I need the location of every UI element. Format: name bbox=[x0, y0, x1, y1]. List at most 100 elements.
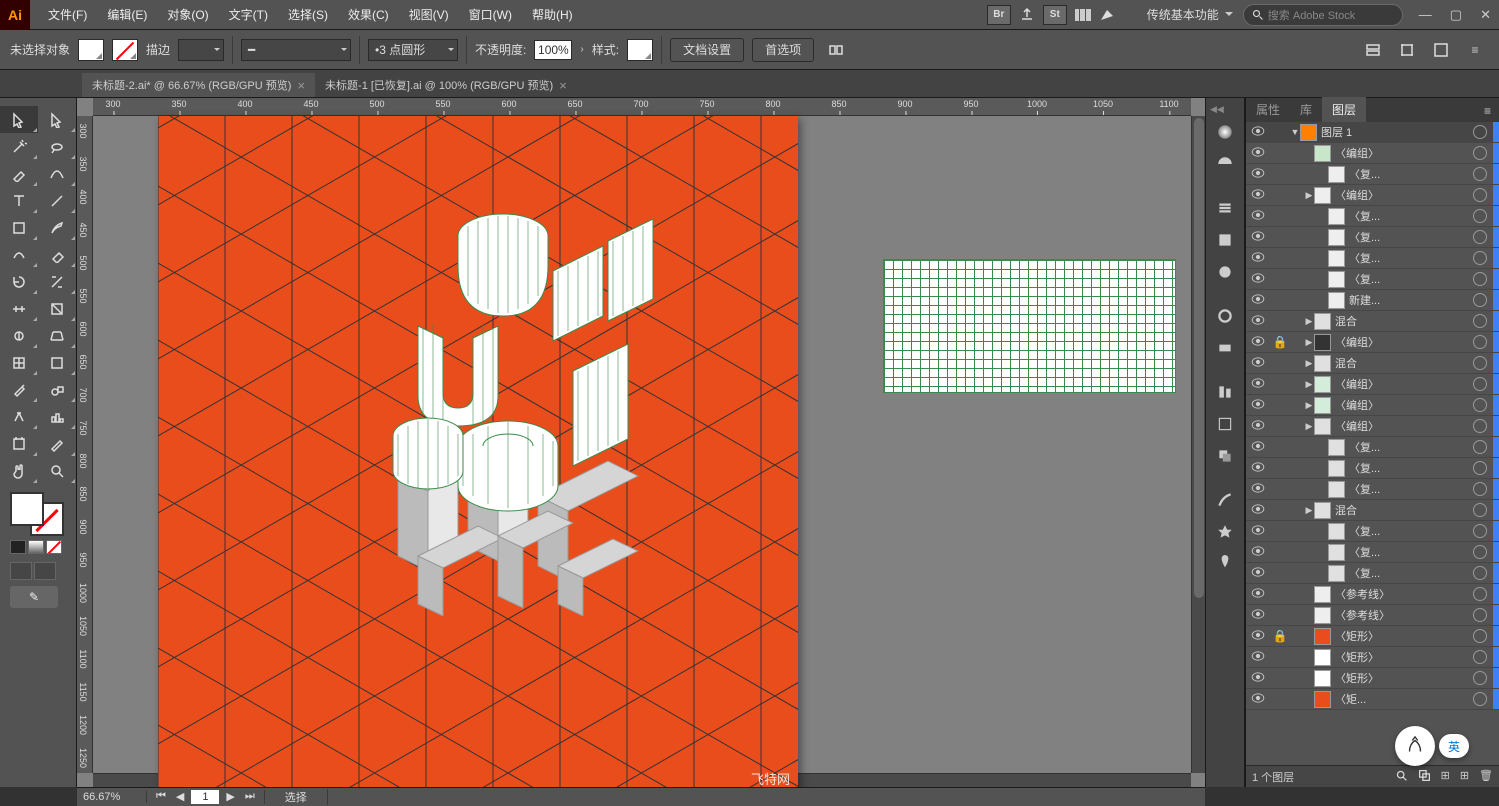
transform-panel-button[interactable] bbox=[1393, 38, 1421, 62]
visibility-toggle[interactable] bbox=[1246, 545, 1270, 559]
pen-tool[interactable] bbox=[0, 160, 38, 187]
ime-lang[interactable]: 英 bbox=[1439, 734, 1469, 758]
layer-name[interactable]: 〈复... bbox=[1349, 481, 1473, 497]
layer-row[interactable]: ▶〈编组〉 bbox=[1246, 374, 1499, 395]
screen-mode-buttons[interactable] bbox=[10, 562, 76, 580]
menu-文件(F)[interactable]: 文件(F) bbox=[38, 0, 97, 30]
layer-name[interactable]: 〈参考线〉 bbox=[1335, 586, 1473, 602]
artboard-navigation[interactable]: ⏮◀ 1 ▶⏭ bbox=[147, 790, 265, 804]
layer-name[interactable]: 〈矩... bbox=[1335, 691, 1473, 707]
layer-row[interactable]: 〈复... bbox=[1246, 206, 1499, 227]
visibility-toggle[interactable] bbox=[1246, 419, 1270, 433]
close-button[interactable]: ✕ bbox=[1480, 7, 1491, 23]
target-icon[interactable] bbox=[1473, 503, 1487, 517]
visibility-toggle[interactable] bbox=[1246, 440, 1270, 454]
layer-row[interactable]: ▼图层 1 bbox=[1246, 122, 1499, 143]
visibility-toggle[interactable] bbox=[1246, 377, 1270, 391]
target-icon[interactable] bbox=[1473, 314, 1487, 328]
scrollbar-vertical[interactable] bbox=[1191, 116, 1205, 773]
search-input[interactable]: 搜索 Adobe Stock bbox=[1243, 4, 1403, 26]
layer-row[interactable]: 〈矩... bbox=[1246, 689, 1499, 710]
layer-row[interactable]: 新建... bbox=[1246, 290, 1499, 311]
layer-name[interactable]: 〈编组〉 bbox=[1335, 145, 1473, 161]
shape-builder-tool[interactable] bbox=[0, 322, 38, 349]
eyedropper-tool[interactable] bbox=[0, 376, 38, 403]
disclosure-triangle[interactable]: ▶ bbox=[1304, 421, 1314, 432]
stock-button[interactable]: St bbox=[1043, 5, 1067, 25]
brushes-panel-icon[interactable] bbox=[1209, 485, 1241, 515]
transform-panel-icon[interactable] bbox=[1209, 409, 1241, 439]
disclosure-triangle[interactable]: ▶ bbox=[1304, 400, 1314, 411]
layer-name[interactable]: 〈编组〉 bbox=[1335, 334, 1473, 350]
minimize-button[interactable]: — bbox=[1419, 7, 1432, 23]
artboard-tool[interactable] bbox=[0, 430, 38, 457]
layer-name[interactable]: 混合 bbox=[1335, 502, 1473, 518]
layer-row[interactable]: 🔒▶〈编组〉 bbox=[1246, 332, 1499, 353]
target-icon[interactable] bbox=[1473, 377, 1487, 391]
visibility-toggle[interactable] bbox=[1246, 692, 1270, 706]
dock-collapse-icon[interactable]: ◀◀ bbox=[1206, 104, 1224, 115]
target-icon[interactable] bbox=[1473, 440, 1487, 454]
hand-tool[interactable] bbox=[0, 457, 38, 484]
graphic-style-swatch[interactable] bbox=[627, 39, 653, 61]
scale-tool[interactable] bbox=[38, 268, 76, 295]
curvature-tool[interactable] bbox=[38, 160, 76, 187]
gradient-tool[interactable] bbox=[38, 349, 76, 376]
visibility-toggle[interactable] bbox=[1246, 398, 1270, 412]
color-panel-icon[interactable] bbox=[1209, 117, 1241, 147]
bridge-button[interactable]: Br bbox=[987, 5, 1011, 25]
stroke-panel-icon[interactable] bbox=[1209, 193, 1241, 223]
target-icon[interactable] bbox=[1473, 629, 1487, 643]
layer-name[interactable]: 〈矩形〉 bbox=[1335, 670, 1473, 686]
layers-list[interactable]: ▼图层 1〈编组〉〈复...▶〈编组〉〈复...〈复...〈复...〈复...新… bbox=[1246, 122, 1499, 765]
canvas[interactable]: 3003504004505005506006507007508008509009… bbox=[77, 98, 1205, 787]
visibility-toggle[interactable] bbox=[1246, 503, 1270, 517]
menu-对象(O)[interactable]: 对象(O) bbox=[157, 0, 218, 30]
symbol-sprayer-tool[interactable] bbox=[0, 403, 38, 430]
layer-name[interactable]: 〈复... bbox=[1349, 460, 1473, 476]
target-icon[interactable] bbox=[1473, 188, 1487, 202]
ime-indicator[interactable]: 英 bbox=[1395, 726, 1469, 766]
layer-name[interactable]: 〈复... bbox=[1349, 271, 1473, 287]
layer-name[interactable]: 图层 1 bbox=[1321, 124, 1473, 140]
layer-name[interactable]: 〈参考线〉 bbox=[1335, 607, 1473, 623]
symbols-panel-icon[interactable] bbox=[1209, 517, 1241, 547]
preferences-button[interactable]: 首选项 bbox=[752, 38, 814, 62]
stroke-weight-input[interactable] bbox=[178, 39, 224, 61]
layer-row[interactable]: 〈复... bbox=[1246, 542, 1499, 563]
artboard-number[interactable]: 1 bbox=[191, 790, 219, 804]
arrange-documents-button[interactable] bbox=[1075, 9, 1091, 21]
target-icon[interactable] bbox=[1473, 272, 1487, 286]
line-segment-tool[interactable] bbox=[38, 187, 76, 214]
visibility-toggle[interactable] bbox=[1246, 272, 1270, 286]
visibility-toggle[interactable] bbox=[1246, 335, 1270, 349]
menu-编辑(E)[interactable]: 编辑(E) bbox=[97, 0, 157, 30]
layer-row[interactable]: 〈矩形〉 bbox=[1246, 647, 1499, 668]
layer-name[interactable]: 〈矩形〉 bbox=[1335, 649, 1473, 665]
document-tab[interactable]: 未标题-1 [已恢复].ai @ 100% (RGB/GPU 预览)× bbox=[315, 73, 577, 97]
slice-tool[interactable] bbox=[38, 430, 76, 457]
paintbrush-tool[interactable] bbox=[38, 214, 76, 241]
selection-tool[interactable] bbox=[0, 106, 38, 133]
target-icon[interactable] bbox=[1473, 419, 1487, 433]
lock-toggle[interactable]: 🔒 bbox=[1270, 629, 1290, 643]
eraser-tool[interactable] bbox=[38, 241, 76, 268]
disclosure-triangle[interactable]: ▶ bbox=[1304, 316, 1314, 327]
width-tool[interactable] bbox=[0, 295, 38, 322]
magic-wand-tool[interactable] bbox=[0, 133, 38, 160]
blend-tool[interactable] bbox=[38, 376, 76, 403]
fill-stroke-swatches[interactable] bbox=[10, 492, 64, 536]
layer-name[interactable]: 〈复... bbox=[1349, 166, 1473, 182]
opacity-input[interactable]: 100% bbox=[534, 40, 572, 60]
layer-row[interactable]: ▶混合 bbox=[1246, 311, 1499, 332]
visibility-toggle[interactable] bbox=[1246, 650, 1270, 664]
target-icon[interactable] bbox=[1473, 125, 1487, 139]
disclosure-triangle[interactable]: ▶ bbox=[1304, 190, 1314, 201]
disclosure-triangle[interactable]: ▶ bbox=[1304, 505, 1314, 516]
target-icon[interactable] bbox=[1473, 692, 1487, 706]
new-layer-button[interactable]: ⊞ bbox=[1460, 769, 1469, 785]
layer-row[interactable]: 〈复... bbox=[1246, 479, 1499, 500]
ruler-horizontal[interactable]: 3003504004505005506006507007508008509009… bbox=[93, 98, 1191, 116]
layer-row[interactable]: 〈参考线〉 bbox=[1246, 605, 1499, 626]
layer-row[interactable]: 〈复... bbox=[1246, 521, 1499, 542]
